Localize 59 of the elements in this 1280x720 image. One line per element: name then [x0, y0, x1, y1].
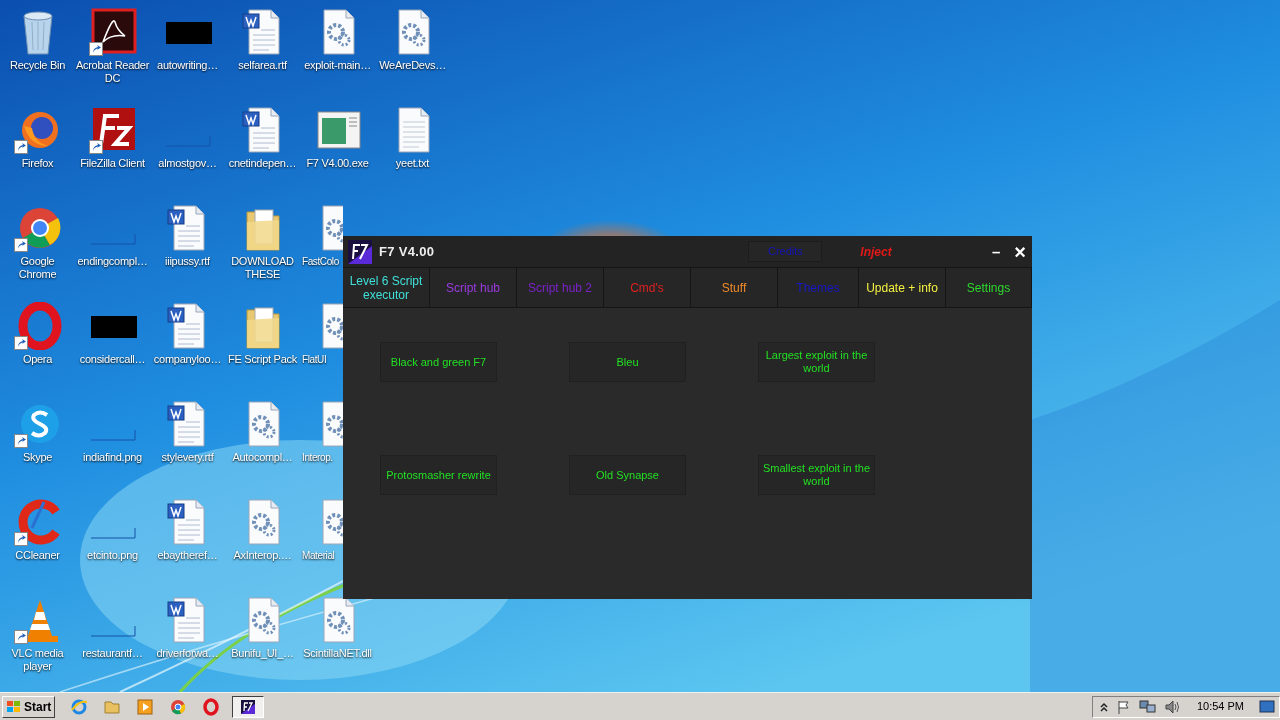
inject-button[interactable]: Inject [860, 242, 892, 261]
theme-button[interactable]: Protosmasher rewrite [380, 455, 497, 495]
icon-label[interactable]: FE Script Pack [228, 353, 297, 366]
icon-label[interactable]: yeet.txt [395, 157, 430, 170]
network-icon[interactable] [1138, 698, 1157, 715]
icon-label[interactable]: cnetindepen… [228, 157, 297, 170]
icon-label[interactable]: selfarea.rtf [238, 59, 287, 72]
icon-label[interactable]: endingcompl… [77, 255, 148, 268]
icon-label[interactable]: Opera [22, 353, 53, 366]
icon-label[interactable]: Acrobat Reader DC [75, 59, 150, 85]
flag-icon[interactable] [1115, 698, 1132, 715]
ring-logo-icon [202, 697, 221, 716]
icon-label[interactable]: considercall… [79, 353, 146, 366]
theme-button[interactable]: Bleu [569, 342, 686, 382]
icon-label[interactable]: Skype [22, 451, 53, 464]
icon-label[interactable]: DOWNLOAD THESE [225, 255, 300, 281]
icon-label[interactable]: companyloo… [153, 353, 222, 366]
theme-button[interactable]: Old Synapse [569, 455, 686, 495]
icon-label[interactable]: Firefox [21, 157, 54, 170]
icon-label[interactable]: FlatUI [302, 353, 327, 366]
icon-label[interactable]: almostgov… [158, 157, 217, 170]
window-title: F7 V4.00 [379, 242, 435, 261]
icon-label[interactable]: Google Chrome [0, 255, 75, 281]
speaker-icon[interactable] [1163, 698, 1182, 715]
icon-label[interactable]: FastColo [302, 255, 339, 268]
icon-label[interactable]: VLC media player [0, 647, 75, 673]
browser-icon [70, 697, 89, 716]
play-icon [136, 697, 155, 716]
tab[interactable]: Update + info [859, 268, 946, 307]
close-button[interactable]: × [1014, 241, 1026, 262]
tab[interactable]: Script hub [430, 268, 517, 307]
windows-logo-icon [6, 699, 22, 714]
icon-label[interactable]: CCleaner [15, 549, 60, 562]
app-logo-icon [239, 697, 258, 716]
theme-button[interactable]: Largest exploit in the world [758, 342, 875, 382]
tab[interactable]: Cmd's [604, 268, 691, 307]
start-button[interactable]: Start [2, 695, 56, 718]
icon-label[interactable]: iiipussy.rtf [165, 255, 210, 268]
minimize-button[interactable]: – [991, 244, 1001, 259]
icon-label[interactable]: F7 V4.00.exe [306, 157, 369, 170]
icon-label[interactable]: FileZilla Client [80, 157, 145, 170]
tab[interactable]: Stuff [691, 268, 778, 307]
icon-label[interactable]: WeAreDevs… [379, 59, 446, 72]
tab[interactable]: Level 6 Script executor [343, 268, 430, 307]
theme-button[interactable]: Black and green F7 [380, 342, 497, 382]
icon-label[interactable]: indiafind.png [83, 451, 142, 464]
icon-label[interactable]: stylevery.rtf [161, 451, 214, 464]
show-desktop-icon[interactable] [1259, 699, 1275, 714]
browser-icon [169, 697, 188, 716]
tab[interactable]: Settings [946, 268, 1032, 307]
clock[interactable]: 10:54 PM [1196, 698, 1244, 715]
icon-label[interactable]: Recycle Bin [9, 59, 66, 72]
icon-label[interactable]: restaurantf… [82, 647, 143, 660]
taskbar-app-button[interactable] [232, 695, 265, 718]
chevron-up-icon[interactable] [1098, 700, 1109, 713]
icon-label[interactable]: autowriting… [157, 59, 218, 72]
app-logo-icon [348, 239, 372, 264]
icon-label[interactable]: exploit-main… [304, 59, 371, 72]
theme-button[interactable]: Smallest exploit in the world [758, 455, 875, 495]
